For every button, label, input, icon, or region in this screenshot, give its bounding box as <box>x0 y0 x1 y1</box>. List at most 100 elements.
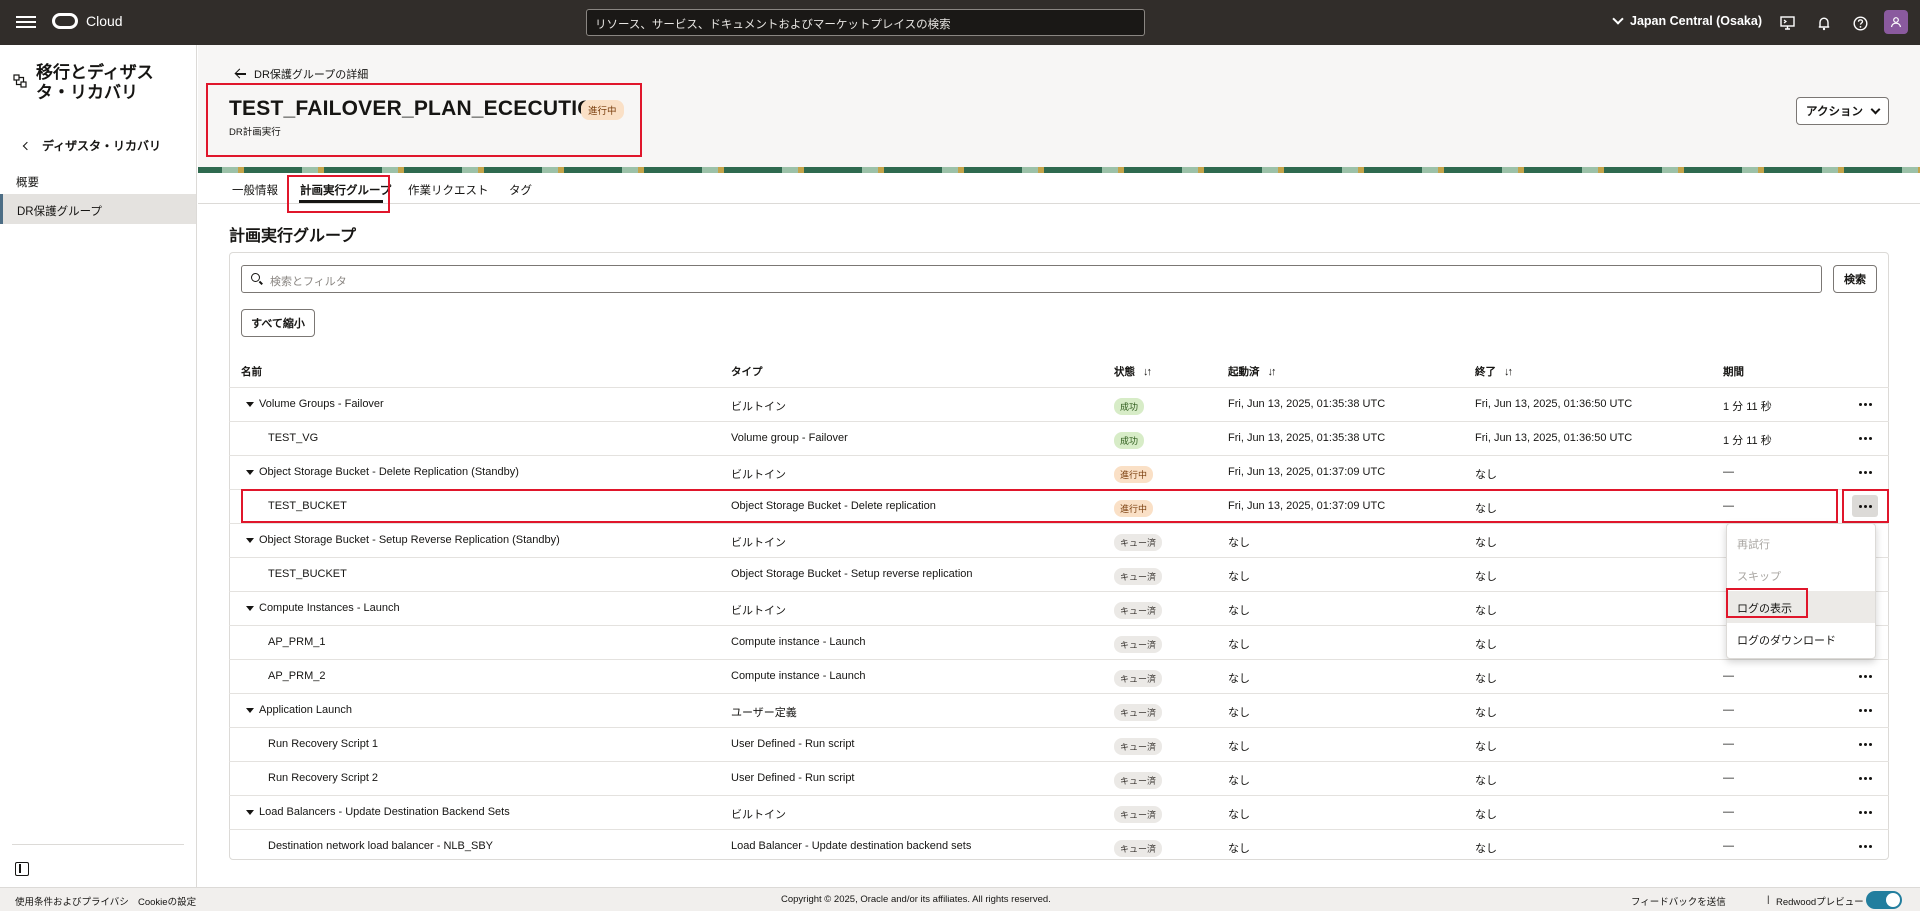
row-type: ユーザー定義 <box>731 707 797 719</box>
sort-icon[interactable]: ↓↑ <box>1268 366 1277 378</box>
collapse-all-button[interactable]: すべて縮小 <box>241 309 315 337</box>
hamburger-menu-icon[interactable] <box>16 13 36 31</box>
sidebar-item-dr-protection-groups[interactable]: DR保護グループ <box>0 194 196 224</box>
feedback-link[interactable]: フィードバックを送信 <box>1631 894 1726 908</box>
column-type-label: タイプ <box>731 366 763 378</box>
chevron-left-icon <box>22 141 32 150</box>
menu-item-download-log[interactable]: ログのダウンロード <box>1727 623 1875 655</box>
terms-link[interactable]: 使用条件およびプライバシ <box>15 894 129 908</box>
sidebar-item-overview[interactable]: 概要 <box>0 165 196 195</box>
table-row[interactable] <box>229 387 1889 421</box>
page-title: TEST_FAILOVER_PLAN_ECECUTION <box>229 97 610 120</box>
row-name: AP_PRM_1 <box>268 636 326 648</box>
row-type: Volume group - Failover <box>731 432 848 444</box>
tab-work-requests[interactable]: 作業リクエスト <box>408 182 489 198</box>
column-header-state[interactable]: 状態 ↓↑ <box>1114 364 1152 379</box>
row-name: Run Recovery Script 2 <box>268 772 379 784</box>
row-actions-kebab-icon[interactable] <box>1852 427 1878 449</box>
row-name: Volume Groups - Failover <box>259 398 384 410</box>
table-row[interactable] <box>229 489 1889 523</box>
row-ended: なし <box>1475 775 1497 787</box>
status-badge: 進行中 <box>1114 500 1154 517</box>
column-header-name[interactable]: 名前 <box>241 364 262 379</box>
help-icon[interactable] <box>1851 14 1869 32</box>
region-selector[interactable]: Japan Central (Osaka) <box>1612 13 1762 28</box>
cloud-shell-icon[interactable] <box>1778 14 1796 32</box>
row-name: Load Balancers - Update Destination Back… <box>259 806 510 818</box>
row-duration: 1 分 11 秒 <box>1723 401 1772 413</box>
table-row[interactable] <box>229 625 1889 659</box>
redwood-preview-toggle[interactable] <box>1866 891 1902 909</box>
row-type: Compute instance - Launch <box>731 636 866 648</box>
row-action-menu: 再試行 スキップ ログの表示 ログのダウンロード <box>1726 523 1876 659</box>
table-row[interactable] <box>229 761 1889 795</box>
row-ended: Fri, Jun 13, 2025, 01:36:50 UTC <box>1475 432 1633 444</box>
status-badge: キュー済 <box>1114 568 1163 585</box>
row-started: Fri, Jun 13, 2025, 01:35:38 UTC <box>1228 398 1386 410</box>
row-ended: なし <box>1475 605 1497 617</box>
expand-toggle-icon[interactable] <box>246 402 254 407</box>
column-header-ended[interactable]: 終了 ↓↑ <box>1475 364 1513 379</box>
chevron-down-icon <box>1870 104 1881 114</box>
sort-icon[interactable]: ↓↑ <box>1504 366 1513 378</box>
sort-icon[interactable]: ↓↑ <box>1143 366 1152 378</box>
table-row[interactable] <box>229 591 1889 625</box>
table-row[interactable] <box>229 727 1889 761</box>
row-name: Application Launch <box>259 704 352 716</box>
expand-toggle-icon[interactable] <box>246 606 254 611</box>
migration-dr-icon <box>13 73 27 89</box>
row-actions-kebab-icon[interactable] <box>1852 699 1878 721</box>
search-button[interactable]: 検索 <box>1833 265 1877 293</box>
row-started: なし <box>1228 775 1250 787</box>
row-actions-kebab-icon[interactable] <box>1852 801 1878 823</box>
column-header-started[interactable]: 起動済 ↓↑ <box>1228 364 1277 379</box>
column-header-type[interactable]: タイプ <box>731 364 763 379</box>
table-row[interactable] <box>229 659 1889 693</box>
row-actions-kebab-icon[interactable] <box>1852 665 1878 687</box>
filter-input[interactable]: 検索とフィルタ <box>241 265 1822 293</box>
sidebar-back-link[interactable]: ディザスタ・リカバリ <box>22 137 161 154</box>
tab-tags[interactable]: タグ <box>509 182 532 198</box>
table-row[interactable] <box>229 421 1889 455</box>
row-ended: なし <box>1475 571 1497 583</box>
status-badge: 成功 <box>1114 432 1145 449</box>
row-ended: なし <box>1475 809 1497 821</box>
menu-item-view-log[interactable]: ログの表示 <box>1727 591 1875 623</box>
row-started: なし <box>1228 605 1250 617</box>
cookie-settings-link[interactable]: Cookieの設定 <box>138 894 196 908</box>
row-actions-kebab-icon[interactable] <box>1852 733 1878 755</box>
row-duration: — <box>1723 772 1734 784</box>
expand-toggle-icon[interactable] <box>246 708 254 713</box>
row-duration: — <box>1723 840 1734 852</box>
tab-general-info[interactable]: 一般情報 <box>232 182 278 198</box>
sidebar-divider <box>12 844 184 845</box>
column-header-duration[interactable]: 期間 <box>1723 364 1744 379</box>
row-actions-kebab-icon[interactable] <box>1852 495 1878 517</box>
oracle-cloud-logo[interactable]: Cloud <box>52 13 123 29</box>
table-row[interactable] <box>229 557 1889 591</box>
sidebar-title: 移行とディザスタ・リカバリ <box>36 63 154 102</box>
table-row[interactable] <box>229 693 1889 727</box>
bell-icon[interactable] <box>1815 14 1833 32</box>
row-type: Object Storage Bucket - Setup reverse re… <box>731 568 973 580</box>
expand-toggle-icon[interactable] <box>246 538 254 543</box>
collapse-sidebar-icon[interactable] <box>15 862 29 876</box>
expand-toggle-icon[interactable] <box>246 470 254 475</box>
global-search-input[interactable]: リソース、サービス、ドキュメントおよびマーケットプレイスの検索 <box>586 9 1145 36</box>
back-to-dr-group-link[interactable]: DR保護グループの詳細 <box>236 66 368 82</box>
row-actions-kebab-icon[interactable] <box>1852 393 1878 415</box>
row-ended: なし <box>1475 673 1497 685</box>
tab-plan-execution-groups[interactable]: 計画実行グループ <box>300 182 391 198</box>
row-duration: — <box>1723 500 1734 512</box>
row-started: なし <box>1228 537 1250 549</box>
user-avatar[interactable] <box>1884 10 1908 34</box>
row-duration: — <box>1723 738 1734 750</box>
row-type: Compute instance - Launch <box>731 670 866 682</box>
row-type: Object Storage Bucket - Delete replicati… <box>731 500 936 512</box>
row-duration: — <box>1723 806 1734 818</box>
row-actions-kebab-icon[interactable] <box>1852 461 1878 483</box>
row-actions-kebab-icon[interactable] <box>1852 767 1878 789</box>
expand-toggle-icon[interactable] <box>246 810 254 815</box>
row-actions-kebab-icon[interactable] <box>1852 835 1878 857</box>
actions-button[interactable]: アクション <box>1796 97 1889 125</box>
